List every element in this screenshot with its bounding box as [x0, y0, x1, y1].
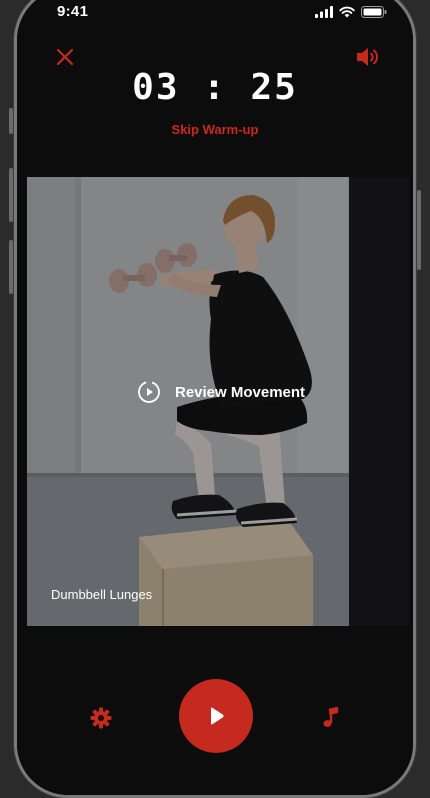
battery-icon — [361, 6, 387, 18]
review-movement-label: Review Movement — [175, 383, 306, 401]
countdown-timer: 03 : 25 — [132, 67, 298, 108]
phone-frame: 9:41 03: 25 Skip Warm-up Review Movemen… — [14, 0, 416, 798]
play-button[interactable] — [179, 679, 253, 753]
exercise-video[interactable]: Review Movement Dumbbell Lunges — [27, 177, 409, 626]
status-icons — [315, 6, 387, 18]
phone-side-button-volume-up — [9, 168, 13, 222]
skip-warmup-button[interactable]: Skip Warm-up — [17, 122, 413, 137]
settings-button[interactable] — [89, 706, 113, 730]
signal-icon — [315, 6, 333, 18]
status-bar: 9:41 — [17, 3, 413, 27]
phone-side-button-power — [417, 190, 421, 270]
music-button[interactable] — [319, 706, 343, 730]
phone-side-button-mute — [9, 108, 13, 134]
status-time: 9:41 — [57, 3, 89, 20]
review-movement-button[interactable]: Review Movement — [137, 380, 305, 404]
wifi-icon — [339, 6, 355, 18]
close-button[interactable] — [53, 45, 77, 69]
workout-screen: 9:41 03: 25 Skip Warm-up Review Movemen… — [17, 0, 413, 795]
gear-icon — [90, 707, 112, 729]
play-icon — [211, 707, 224, 725]
phone-side-button-volume-down — [9, 240, 13, 294]
sound-toggle-button[interactable] — [355, 45, 381, 69]
speaker-icon — [357, 48, 378, 66]
play-circle-icon — [138, 381, 160, 403]
close-icon — [56, 48, 74, 66]
music-note-icon — [323, 706, 339, 727]
exercise-name: Dumbbell Lunges — [51, 587, 153, 602]
